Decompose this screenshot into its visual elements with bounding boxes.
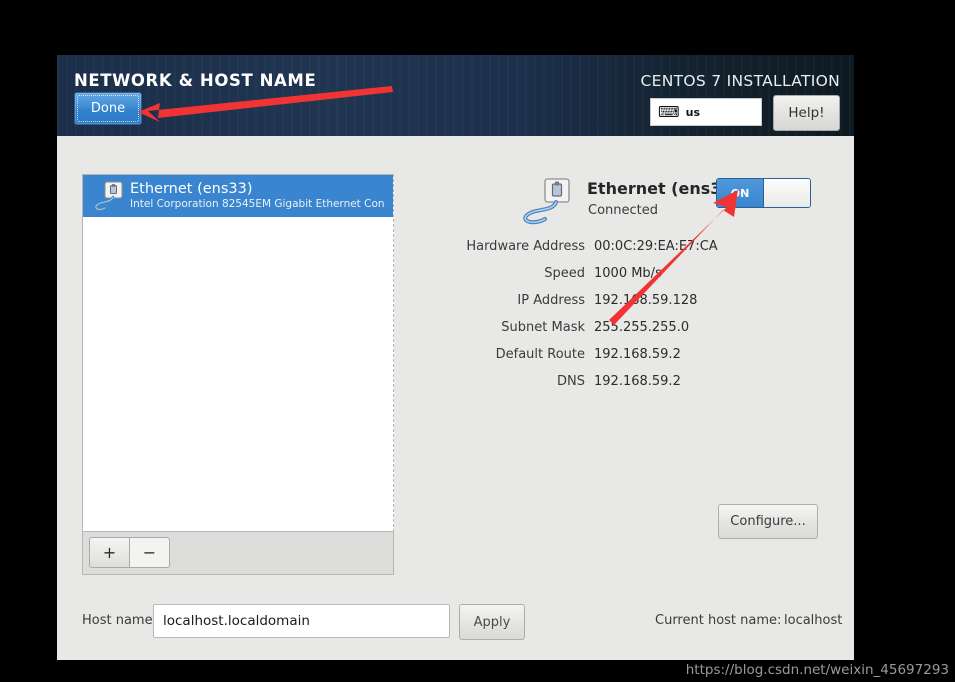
current-hostname-label: Current host name: <box>655 613 782 628</box>
keyboard-layout-label: us <box>685 105 701 119</box>
done-button-label: Done <box>90 101 126 116</box>
remove-device-button[interactable]: − <box>129 537 170 568</box>
device-power-toggle[interactable]: ON <box>716 178 811 208</box>
hostname-label: Host name: <box>82 613 157 628</box>
property-label: Subnet Mask <box>501 320 585 335</box>
device-description: Intel Corporation 82545EM Gigabit Ethern… <box>130 198 385 210</box>
list-item[interactable]: Ethernet (ens33) Intel Corporation 82545… <box>83 175 393 217</box>
list-item-text: Ethernet (ens33) Intel Corporation 82545… <box>130 181 385 211</box>
ethernet-icon <box>91 180 125 212</box>
hostname-row: Host name: Apply Current host name: loca… <box>57 602 854 642</box>
property-label: DNS <box>557 374 585 389</box>
device-connection-status: Connected <box>588 203 659 218</box>
done-button[interactable]: Done <box>74 92 142 125</box>
spoke-content: Ethernet (ens33) Intel Corporation 82545… <box>57 136 854 660</box>
installer-header: NETWORK & HOST NAME Done CENTOS 7 INSTAL… <box>57 55 854 136</box>
property-value: 255.255.255.0 <box>594 320 690 335</box>
installer-window: NETWORK & HOST NAME Done CENTOS 7 INSTAL… <box>57 55 854 660</box>
device-name: Ethernet (ens33) <box>130 181 253 197</box>
keyboard-icon: ⌨ <box>658 102 680 121</box>
property-row-default-route: Default Route 192.168.59.2 <box>407 347 840 362</box>
network-device-list[interactable]: Ethernet (ens33) Intel Corporation 82545… <box>82 174 394 532</box>
remove-device-label: − <box>142 543 157 562</box>
property-row-speed: Speed 1000 Mb/s <box>407 266 840 281</box>
property-value: 192.168.59.2 <box>594 347 681 362</box>
property-value: 1000 Mb/s <box>594 266 662 281</box>
installation-title: CENTOS 7 INSTALLATION <box>640 72 840 90</box>
hostname-input[interactable] <box>153 604 450 638</box>
current-hostname-value: localhost <box>784 613 843 628</box>
ethernet-icon <box>519 177 575 225</box>
property-row-ip-address: IP Address 192.168.59.128 <box>407 293 840 308</box>
apply-button-label: Apply <box>473 614 511 630</box>
property-label: Default Route <box>495 347 585 362</box>
apply-button[interactable]: Apply <box>459 604 525 640</box>
property-row-dns: DNS 192.168.59.2 <box>407 374 840 389</box>
property-label: Speed <box>544 266 585 281</box>
configure-button[interactable]: Configure... <box>718 504 818 539</box>
device-toggle-knob[interactable] <box>763 179 810 207</box>
device-properties: Hardware Address 00:0C:29:EA:E7:CA Speed… <box>407 239 840 401</box>
property-row-subnet-mask: Subnet Mask 255.255.255.0 <box>407 320 840 335</box>
add-device-label: + <box>102 543 117 562</box>
page-title: NETWORK & HOST NAME <box>74 71 317 90</box>
help-button[interactable]: Help! <box>773 95 840 131</box>
add-device-button[interactable]: + <box>89 537 130 568</box>
configure-button-label: Configure... <box>730 514 806 529</box>
device-list-toolbar: + − <box>82 532 394 575</box>
property-label: IP Address <box>517 293 585 308</box>
property-label: Hardware Address <box>466 239 585 254</box>
device-detail-pane: Ethernet (ens33) Connected ON Hardware A… <box>407 174 840 660</box>
property-value: 192.168.59.128 <box>594 293 698 308</box>
help-button-label: Help! <box>788 105 825 121</box>
property-row-hardware-address: Hardware Address 00:0C:29:EA:E7:CA <box>407 239 840 254</box>
property-value: 00:0C:29:EA:E7:CA <box>594 239 718 254</box>
property-value: 192.168.59.2 <box>594 374 681 389</box>
watermark-text: https://blog.csdn.net/weixin_45697293 <box>685 662 949 678</box>
keyboard-layout-indicator[interactable]: ⌨ us <box>650 98 762 126</box>
device-toggle-label: ON <box>717 179 763 207</box>
